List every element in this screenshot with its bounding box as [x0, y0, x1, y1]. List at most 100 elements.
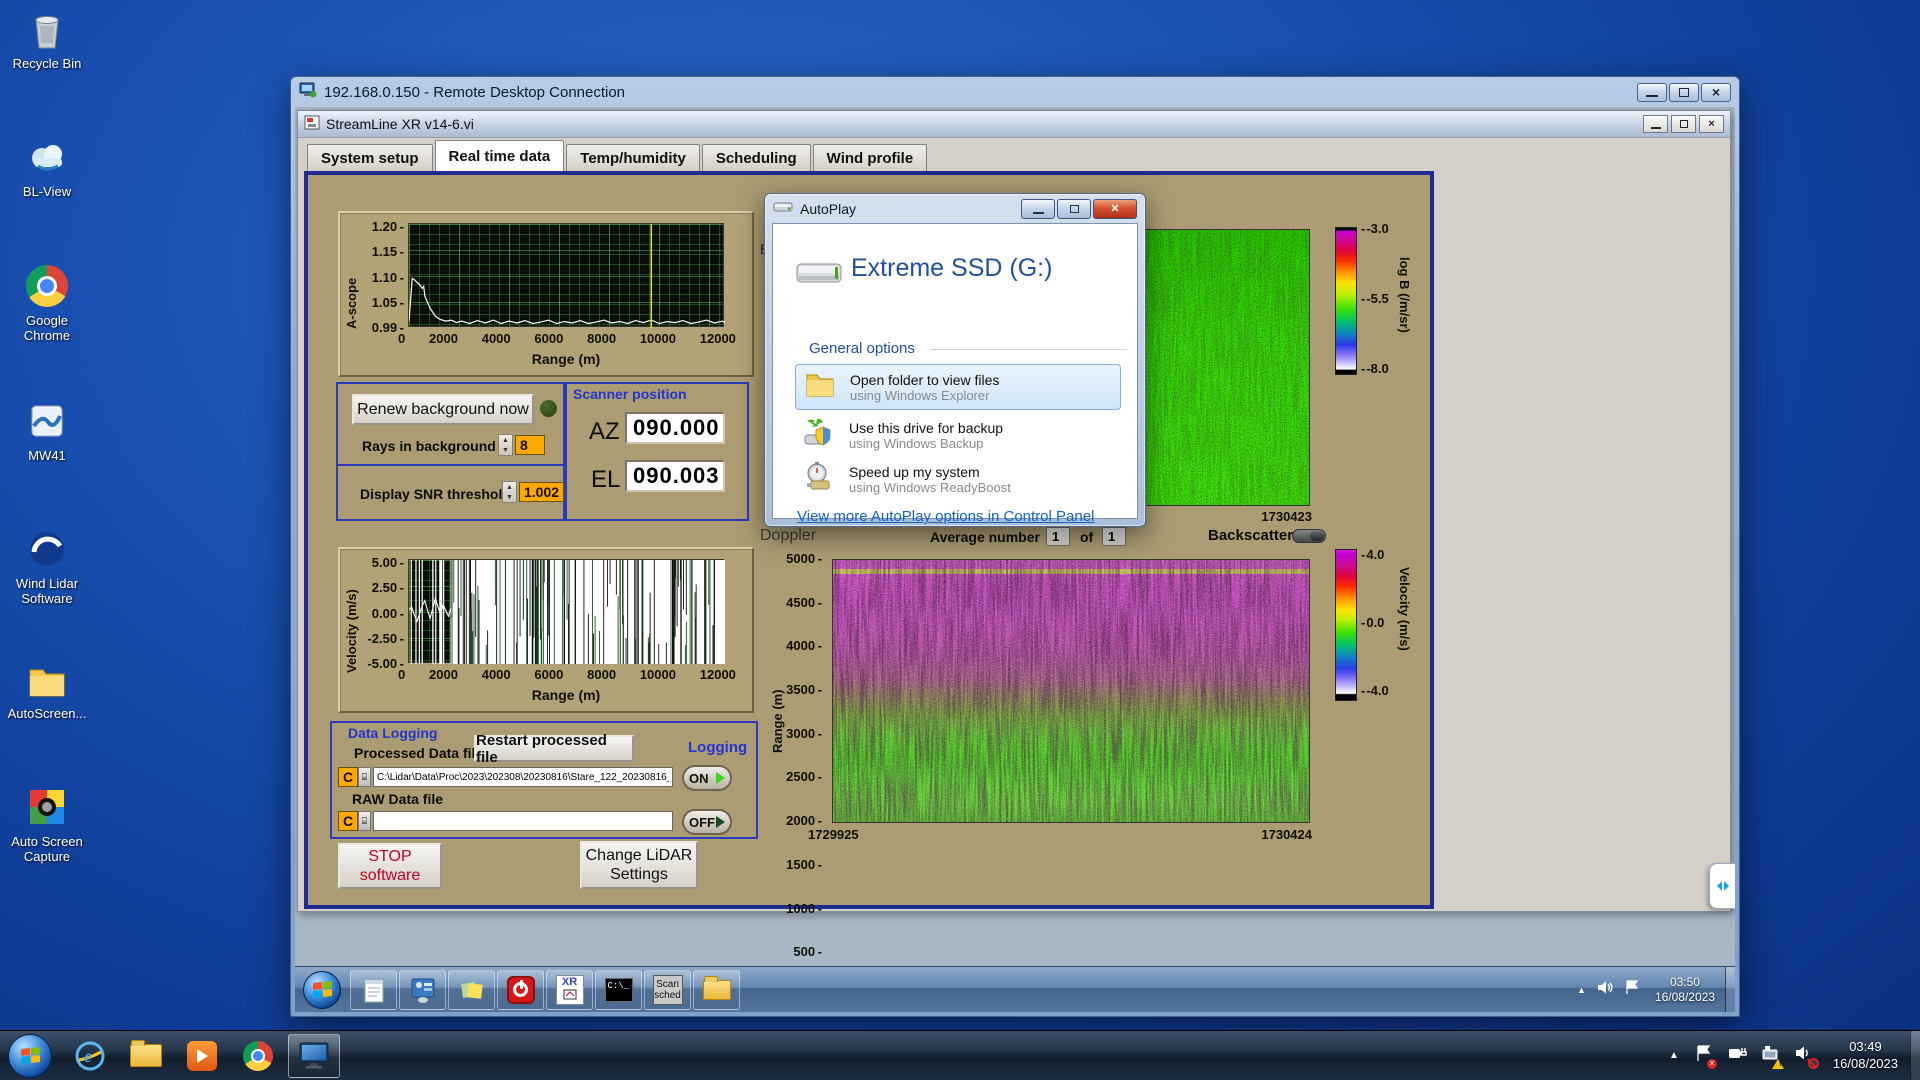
raw-path-field[interactable] [373, 811, 673, 831]
remote-tray-volume-icon[interactable] [1597, 980, 1614, 1000]
autoplay-title-bar[interactable]: AutoPlay ✕ [765, 194, 1145, 223]
processed-logging-toggle[interactable]: ON [682, 765, 732, 791]
doppler-label: Doppler [760, 527, 816, 545]
desktop-icon-label: MW41 [2, 449, 92, 464]
host-clock[interactable]: 03:49 16/08/2023 [1833, 1039, 1898, 1072]
remote-taskbar-explorer[interactable] [693, 970, 740, 1010]
remote-taskbar-scan-scheduler[interactable]: Scansched [644, 970, 691, 1010]
processed-drive-letter[interactable]: C [338, 767, 358, 787]
autoplay-option-readyboost[interactable]: Speed up my systemusing Windows ReadyBoo… [795, 458, 1121, 500]
snr-spinner[interactable]: ▲▼ [502, 481, 517, 503]
host-tray-power-icon[interactable] [1727, 1045, 1747, 1067]
autoplay-option-backup[interactable]: Use this drive for backupusing Windows B… [795, 414, 1121, 456]
remote-tray-expand-icon[interactable]: ▲ [1577, 985, 1586, 995]
autoplay-option-open-folder[interactable]: Open folder to view filesusing Windows E… [795, 364, 1121, 410]
rdc-close-button[interactable]: × [1701, 83, 1731, 102]
desktop-icon-wind-lidar[interactable]: Wind Lidar Software [2, 528, 92, 607]
autoplay-drive-icon [793, 254, 845, 299]
remote-taskbar-ni-max[interactable] [399, 970, 446, 1010]
option-title: Open folder to view files [850, 372, 999, 388]
stop-software-button[interactable]: STOPsoftware [338, 843, 442, 889]
host-tray-volume-muted-icon[interactable] [1795, 1045, 1814, 1066]
rdc-minimize-button[interactable] [1637, 83, 1667, 102]
host-taskbar-rdp-active[interactable] [288, 1034, 340, 1078]
host-taskbar-media-player[interactable] [176, 1034, 228, 1078]
of-label: of [1080, 529, 1093, 545]
remote-show-desktop-button[interactable] [1725, 967, 1735, 1012]
tab-system-setup[interactable]: System setup [307, 144, 433, 171]
remote-taskbar-cmd[interactable]: C:\_ [595, 970, 642, 1010]
raw-path-browse-icon[interactable]: ⌸ [358, 811, 371, 831]
autoplay-maximize-button[interactable] [1057, 199, 1091, 219]
autoplay-close-button[interactable]: ✕ [1093, 199, 1137, 219]
host-taskbar-internet-explorer[interactable]: e [64, 1034, 116, 1078]
rdc-maximize-button[interactable] [1669, 83, 1699, 102]
remote-taskbar-sticky-notes[interactable] [448, 970, 495, 1010]
snr-value[interactable]: 1.002 [519, 482, 564, 502]
change-lidar-settings-button[interactable]: Change LiDARSettings [580, 841, 698, 889]
autoplay-dialog: AutoPlay ✕ Extreme SSD (G:) General opti… [764, 193, 1146, 527]
rdc-title-bar[interactable]: 192.168.0.150 - Remote Desktop Connectio… [291, 77, 1739, 107]
app-minimize-button[interactable] [1643, 115, 1668, 133]
renew-background-button[interactable]: Renew background now [352, 394, 534, 425]
app-restore-button[interactable] [1671, 115, 1696, 133]
rdp-monitor-icon [297, 1041, 331, 1071]
desktop-icon-autoscreen-folder[interactable]: AutoScreen... [2, 658, 92, 722]
a-scope-plot[interactable] [408, 223, 724, 327]
average-total-field[interactable]: 1 [1102, 527, 1126, 546]
host-tray-device-warning-icon[interactable]: ! [1761, 1045, 1781, 1067]
rays-value[interactable]: 8 [515, 435, 545, 455]
remote-clock[interactable]: 03:50 16/08/2023 [1655, 975, 1715, 1005]
chrome-icon [24, 265, 70, 309]
processed-path-browse-icon[interactable]: ⌸ [358, 767, 371, 787]
doppler-heatmap[interactable] [832, 559, 1310, 823]
restart-processed-file-button[interactable]: Restart processed file [474, 735, 634, 762]
tab-wind-profile[interactable]: Wind profile [813, 144, 928, 171]
remote-taskbar-notepad[interactable] [350, 970, 397, 1010]
scan-sched-icon: Scansched [653, 975, 683, 1005]
backscatter-toggle[interactable] [1292, 529, 1326, 543]
desktop-icon-google-chrome[interactable]: Google Chrome [2, 264, 92, 344]
internet-explorer-icon: e [73, 1040, 107, 1072]
host-start-button[interactable] [8, 1034, 52, 1078]
velocity-plot[interactable] [408, 559, 724, 663]
app-title-bar[interactable]: StreamLine XR v14-6.vi × [298, 111, 1730, 138]
host-show-desktop-button[interactable] [1910, 1031, 1920, 1080]
renew-background-box: Renew background now Rays in background … [336, 382, 565, 466]
velocity-x-axis-label: Range (m) [408, 687, 724, 703]
rays-spinner[interactable]: ▲▼ [498, 434, 513, 456]
notepad-icon [361, 976, 387, 1004]
raw-logging-toggle[interactable]: OFF [682, 809, 732, 835]
processed-path-field[interactable] [373, 767, 673, 787]
raw-drive-letter[interactable]: C [338, 811, 358, 831]
remote-start-button[interactable] [303, 971, 341, 1009]
option-subtitle: using Windows Explorer [850, 388, 999, 403]
doppler-colorbar-label: Velocity (m/s) [1397, 567, 1412, 687]
rdc-window-title: 192.168.0.150 - Remote Desktop Connectio… [324, 84, 625, 101]
tab-temp-humidity[interactable]: Temp/humidity [566, 144, 700, 171]
teamviewer-side-tab[interactable] [1709, 863, 1735, 909]
off-led [716, 816, 725, 828]
tab-scheduling[interactable]: Scheduling [702, 144, 811, 171]
average-number-field[interactable]: 1 [1046, 527, 1070, 546]
host-taskbar-chrome[interactable] [232, 1034, 284, 1078]
doppler-colorbar [1335, 549, 1357, 701]
remote-taskbar-stop-app[interactable] [497, 970, 544, 1010]
desktop-icon-bl-view[interactable]: BL-View [2, 136, 92, 200]
windows-logo-icon [313, 981, 332, 998]
desktop-icon-recycle-bin[interactable]: Recycle Bin [2, 8, 92, 72]
tab-real-time-data[interactable]: Real time data [435, 140, 565, 171]
desktop-icon-mw41[interactable]: MW41 [2, 400, 92, 464]
vi-icon [304, 115, 320, 133]
remote-tray-action-center-icon[interactable] [1624, 980, 1640, 1000]
host-tray-action-center-icon[interactable]: ✕ [1695, 1045, 1713, 1067]
host-taskbar-explorer[interactable] [120, 1034, 172, 1078]
autoplay-control-panel-link[interactable]: View more AutoPlay options in Control Pa… [797, 508, 1094, 525]
autoplay-minimize-button[interactable] [1021, 199, 1055, 219]
app-close-button[interactable]: × [1699, 115, 1724, 133]
host-tray-expand-icon[interactable]: ▲ [1669, 1050, 1679, 1061]
remote-taskbar-streamline-xr[interactable]: XR [546, 970, 593, 1010]
desktop-icon-auto-screen-capture[interactable]: Auto Screen Capture [2, 786, 92, 865]
autoplay-title: AutoPlay [800, 201, 856, 217]
el-value: 090.003 [625, 460, 725, 492]
